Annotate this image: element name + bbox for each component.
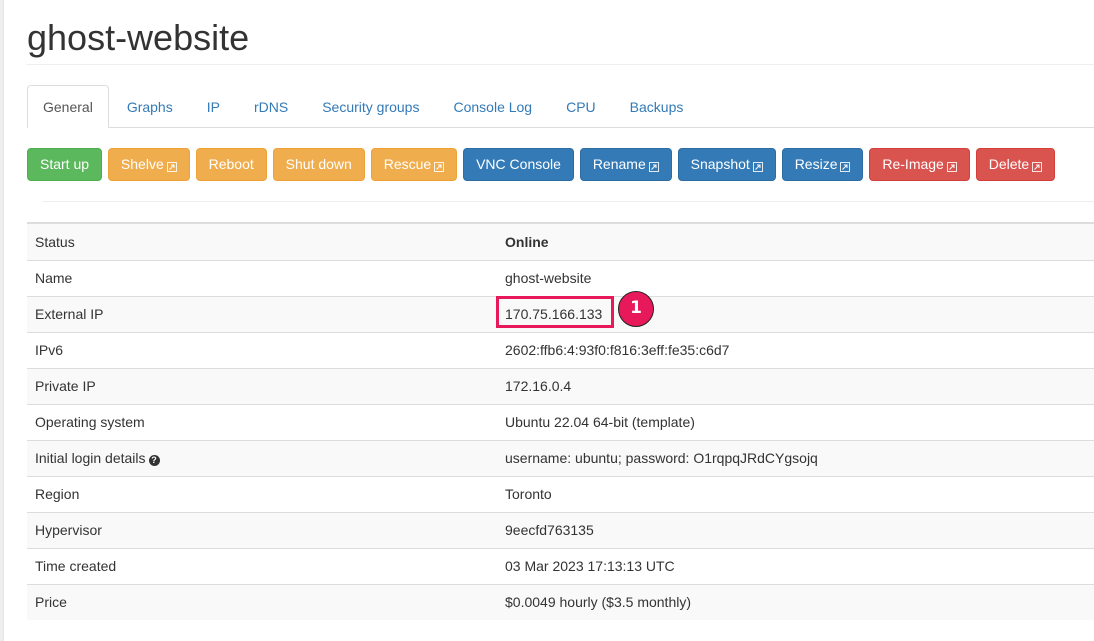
table-row-time-created: Time created 03 Mar 2023 17:13:13 UTC — [27, 547, 1094, 584]
row-label: IPv6 — [27, 331, 497, 368]
table-row-private-ip: Private IP 172.16.0.4 — [27, 367, 1094, 404]
external-ip-value[interactable]: 170.75.166.133 — [505, 306, 602, 322]
tab-security-groups[interactable]: Security groups — [306, 85, 435, 127]
vnc-console-button[interactable]: VNC Console — [463, 148, 574, 181]
left-border — [0, 0, 4, 641]
external-link-icon — [434, 162, 445, 172]
tab-rdns[interactable]: rDNS — [238, 85, 304, 127]
delete-label: Delete — [988, 156, 1030, 172]
external-link-icon — [1032, 162, 1043, 172]
tab-bar: General Graphs IP rDNS Security groups C… — [27, 85, 1094, 128]
row-label: Price — [27, 583, 497, 620]
shelve-label: Shelve — [120, 156, 164, 172]
table-row-region: Region Toronto — [27, 475, 1094, 512]
tab-cpu[interactable]: CPU — [550, 85, 612, 127]
resize-label: Resize — [794, 156, 838, 172]
snapshot-label: Snapshot — [690, 156, 750, 172]
row-label: Initial login details — [35, 450, 146, 466]
rescue-label: Rescue — [383, 156, 432, 172]
external-link-icon — [840, 162, 851, 172]
start-up-button[interactable]: Start up — [27, 148, 103, 181]
external-ip-cell: 170.75.166.133 1 — [496, 291, 1094, 332]
rename-label: Rename — [592, 156, 646, 172]
tab-console-log[interactable]: Console Log — [437, 85, 548, 127]
ipv6-value: 2602:ffb6:4:93f0:f816:3eff:fe35:c6d7 — [497, 331, 1094, 368]
title-divider — [27, 64, 1094, 65]
row-label: Hypervisor — [27, 511, 497, 548]
row-label: Status — [27, 223, 497, 260]
annotation-badge: 1 — [618, 291, 654, 327]
login-label-cell: Initial login details? — [27, 439, 497, 476]
resize-button[interactable]: Resize — [781, 148, 864, 181]
tab-ip[interactable]: IP — [191, 85, 236, 127]
external-link-icon — [752, 162, 763, 172]
region-value: Toronto — [497, 475, 1094, 512]
external-ip-wrap: 170.75.166.133 1 — [496, 291, 654, 328]
table-row-hypervisor: Hypervisor 9eecfd763135 — [27, 511, 1094, 548]
name-value: ghost-website — [497, 259, 1094, 296]
row-label: Private IP — [27, 367, 497, 404]
hypervisor-value: 9eecfd763135 — [497, 511, 1094, 548]
start-up-label: Start up — [40, 156, 90, 172]
status-value: Online — [497, 223, 1094, 260]
table-row-status: Status Online — [27, 223, 1094, 260]
external-link-icon — [648, 162, 659, 172]
row-label: External IP — [27, 295, 497, 332]
shut-down-label: Shut down — [285, 156, 352, 172]
row-label: Time created — [27, 547, 497, 584]
tab-graphs[interactable]: Graphs — [111, 85, 189, 127]
rescue-button[interactable]: Rescue — [370, 148, 458, 181]
snapshot-button[interactable]: Snapshot — [677, 148, 776, 181]
login-value: username: ubuntu; password: O1rqpqJRdCYg… — [497, 439, 1094, 476]
row-label: Operating system — [27, 403, 497, 440]
external-link-icon — [946, 162, 957, 172]
reboot-button[interactable]: Reboot — [195, 148, 267, 181]
tab-general[interactable]: General — [27, 85, 109, 128]
time-created-value: 03 Mar 2023 17:13:13 UTC — [497, 547, 1094, 584]
private-ip-value: 172.16.0.4 — [497, 367, 1094, 404]
question-circle-icon[interactable]: ? — [148, 455, 160, 466]
table-row-price: Price $0.0049 hourly ($3.5 monthly) — [27, 583, 1094, 620]
table-row-name: Name ghost-website — [27, 259, 1094, 296]
action-toolbar: Start up Shelve Reboot Shut down Rescue … — [27, 148, 1057, 182]
section-divider — [42, 201, 1094, 202]
table-row-login-details: Initial login details? username: ubuntu;… — [27, 439, 1094, 476]
table-row-external-ip: External IP 170.75.166.133 1 — [27, 291, 1094, 332]
tab-backups[interactable]: Backups — [614, 85, 700, 127]
row-label: Region — [27, 475, 497, 512]
page-title: ghost-website — [27, 17, 250, 58]
row-label: Name — [27, 259, 497, 296]
table-row-operating-system: Operating system Ubuntu 22.04 64-bit (te… — [27, 403, 1094, 440]
os-value: Ubuntu 22.04 64-bit (template) — [497, 403, 1094, 440]
external-link-icon — [166, 162, 177, 172]
re-image-button[interactable]: Re-Image — [869, 148, 970, 181]
server-details-table: Status Online Name ghost-website Externa… — [27, 222, 1094, 620]
delete-button[interactable]: Delete — [975, 148, 1056, 181]
rename-button[interactable]: Rename — [579, 148, 672, 181]
shut-down-button[interactable]: Shut down — [272, 148, 365, 181]
reboot-label: Reboot — [208, 156, 254, 172]
shelve-button[interactable]: Shelve — [107, 148, 190, 181]
re-image-label: Re-Image — [882, 156, 944, 172]
vnc-console-label: VNC Console — [476, 156, 561, 172]
table-row-ipv6: IPv6 2602:ffb6:4:93f0:f816:3eff:fe35:c6d… — [27, 331, 1094, 368]
price-value: $0.0049 hourly ($3.5 monthly) — [497, 583, 1094, 620]
